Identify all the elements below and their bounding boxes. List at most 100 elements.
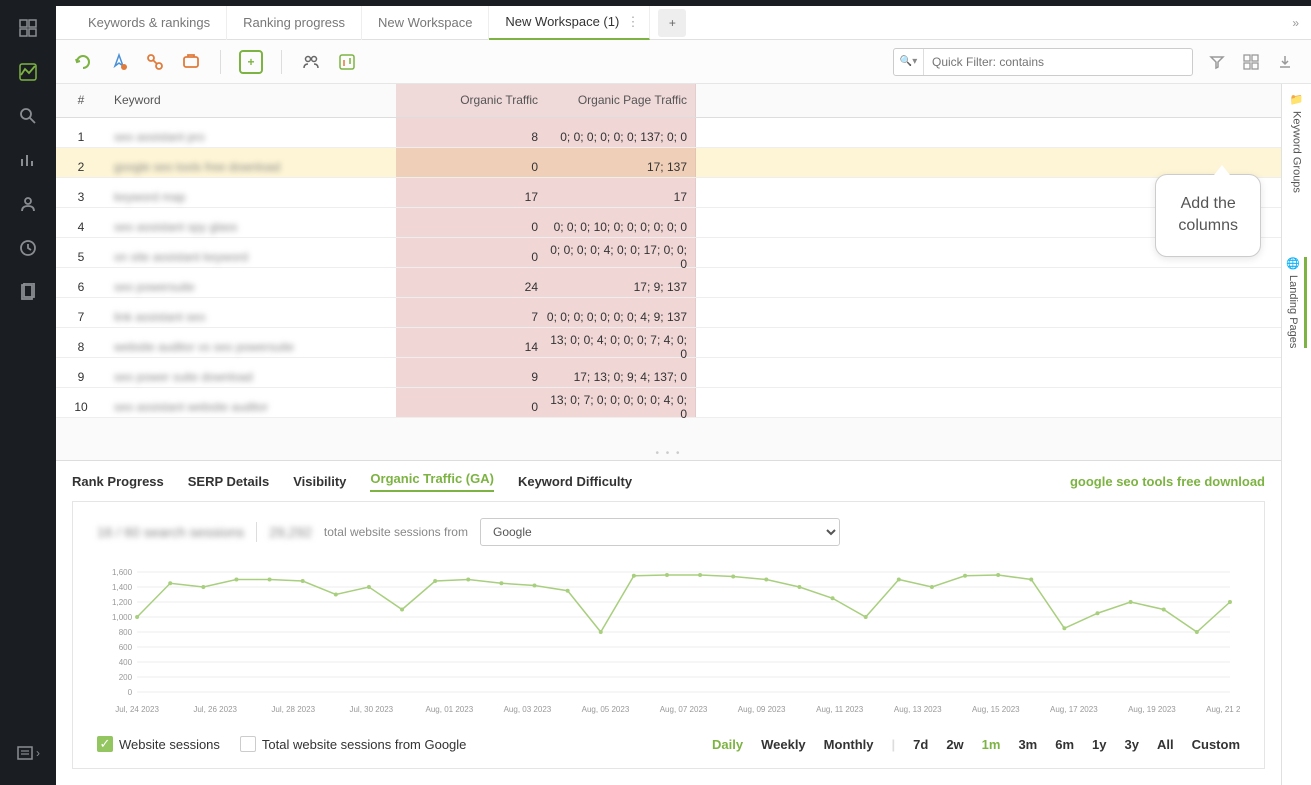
dtab-organic-traffic[interactable]: Organic Traffic (GA) <box>370 471 494 492</box>
sessions-stat-2: 29,292 <box>269 524 312 540</box>
svg-text:1,200: 1,200 <box>112 598 133 607</box>
svg-text:Aug, 19 2023: Aug, 19 2023 <box>1128 705 1176 714</box>
cart-icon[interactable] <box>180 51 202 73</box>
header-keyword[interactable]: Keyword <box>106 84 396 117</box>
range-7d[interactable]: 7d <box>913 737 928 752</box>
sidebar-search-icon[interactable] <box>8 96 48 136</box>
sidebar-dashboard-icon[interactable] <box>8 8 48 48</box>
tab-ranking-progress[interactable]: Ranking progress <box>227 6 362 40</box>
svg-text:Jul, 24 2023: Jul, 24 2023 <box>115 705 159 714</box>
legend-total-sessions[interactable]: Total website sessions from Google <box>240 736 466 752</box>
svg-text:Aug, 01 2023: Aug, 01 2023 <box>426 705 474 714</box>
dtab-serp-details[interactable]: SERP Details <box>188 474 269 489</box>
traffic-chart: 02004006008001,0001,2001,4001,600Jul, 24… <box>97 562 1240 722</box>
search-icon[interactable]: 🔍▾ <box>894 49 924 75</box>
dtab-rank-progress[interactable]: Rank Progress <box>72 474 164 489</box>
range-daily[interactable]: Daily <box>712 737 743 752</box>
dtab-keyword-difficulty[interactable]: Keyword Difficulty <box>518 474 632 489</box>
table-row[interactable]: 2google seo tools free download017; 137 <box>56 148 1281 178</box>
drag-handle-icon[interactable]: • • • <box>56 452 1281 460</box>
refresh-green-icon[interactable] <box>72 51 94 73</box>
svg-text:Jul, 26 2023: Jul, 26 2023 <box>193 705 237 714</box>
columns-icon[interactable] <box>1241 52 1261 72</box>
svg-text:Aug, 15 2023: Aug, 15 2023 <box>972 705 1020 714</box>
sidebar: › <box>0 0 56 785</box>
collapse-panel-icon[interactable]: » <box>1292 16 1299 30</box>
svg-text:Jul, 30 2023: Jul, 30 2023 <box>349 705 393 714</box>
table-row[interactable]: 3keyword map1717 <box>56 178 1281 208</box>
sidebar-clock-icon[interactable] <box>8 228 48 268</box>
svg-text:Jul, 28 2023: Jul, 28 2023 <box>271 705 315 714</box>
filter-icon[interactable] <box>1207 52 1227 72</box>
svg-text:Aug, 17 2023: Aug, 17 2023 <box>1050 705 1098 714</box>
quick-filter[interactable]: 🔍▾ <box>893 48 1193 76</box>
range-6m[interactable]: 6m <box>1055 737 1074 752</box>
table-row[interactable]: 9seo power suite download917; 13; 0; 9; … <box>56 358 1281 388</box>
toolbar: + 🔍▾ <box>56 40 1311 84</box>
header-organic-traffic[interactable]: Organic Traffic <box>396 84 546 117</box>
rtab-keyword-groups[interactable]: 📁Keyword Groups <box>1290 94 1303 193</box>
table-row[interactable]: 4seo assistant spy glass00; 0; 0; 10; 0;… <box>56 208 1281 238</box>
svg-text:Aug, 03 2023: Aug, 03 2023 <box>504 705 552 714</box>
table-row[interactable]: 10seo assistant website auditor013; 0; 7… <box>56 388 1281 418</box>
table-row[interactable]: 6seo powersuite2417; 9; 137 <box>56 268 1281 298</box>
range-all[interactable]: All <box>1157 737 1174 752</box>
table-row[interactable]: 1seo assistant pro80; 0; 0; 0; 0; 0; 137… <box>56 118 1281 148</box>
checkbox-icon[interactable] <box>240 736 256 752</box>
dtab-visibility[interactable]: Visibility <box>293 474 346 489</box>
sessions-label: total website sessions from <box>324 525 468 539</box>
workspace-tabs: Keywords & rankings Ranking progress New… <box>56 6 1311 40</box>
range-3m[interactable]: 3m <box>1018 737 1037 752</box>
svg-text:Aug, 13 2023: Aug, 13 2023 <box>894 705 942 714</box>
header-organic-page-traffic[interactable]: Organic Page Traffic <box>546 84 696 117</box>
svg-text:Aug, 21 2023: Aug, 21 2023 <box>1206 705 1240 714</box>
source-select[interactable]: Google <box>480 518 840 546</box>
globe-icon: 🌐 <box>1287 257 1300 270</box>
range-custom[interactable]: Custom <box>1192 737 1240 752</box>
table-row[interactable]: 5on site assistant keyword00; 0; 0; 0; 4… <box>56 238 1281 268</box>
range-3y[interactable]: 3y <box>1125 737 1139 752</box>
people-icon[interactable] <box>300 51 322 73</box>
tab-keywords-rankings[interactable]: Keywords & rankings <box>72 6 227 40</box>
svg-text:1,000: 1,000 <box>112 613 133 622</box>
add-tab-button[interactable]: + <box>658 9 686 37</box>
table-row[interactable]: 7link assistant seo70; 0; 0; 0; 0; 0; 0;… <box>56 298 1281 328</box>
table-row[interactable]: 8website auditor vs seo powersuite1413; … <box>56 328 1281 358</box>
sidebar-analytics-icon[interactable] <box>8 52 48 92</box>
add-button[interactable]: + <box>239 50 263 74</box>
svg-text:400: 400 <box>119 658 133 667</box>
range-1y[interactable]: 1y <box>1092 737 1106 752</box>
svg-text:1,600: 1,600 <box>112 568 133 577</box>
download-icon[interactable] <box>1275 52 1295 72</box>
svg-text:800: 800 <box>119 628 133 637</box>
range-2w[interactable]: 2w <box>946 737 963 752</box>
sort-icon[interactable] <box>336 51 358 73</box>
sidebar-user-icon[interactable] <box>8 184 48 224</box>
link-orange-icon[interactable] <box>144 51 166 73</box>
legend-website-sessions[interactable]: ✓Website sessions <box>97 736 220 752</box>
checkbox-checked-icon[interactable]: ✓ <box>97 736 113 752</box>
svg-text:Aug, 11 2023: Aug, 11 2023 <box>816 705 864 714</box>
range-monthly[interactable]: Monthly <box>824 737 874 752</box>
tab-more-icon[interactable]: ⋮ <box>619 14 633 30</box>
tab-new-workspace[interactable]: New Workspace <box>362 6 489 40</box>
sessions-stat-1: 16 / 60 search sessions <box>97 524 244 540</box>
compass-icon[interactable] <box>108 51 130 73</box>
keywords-table: # Keyword Organic Traffic Organic Page T… <box>56 84 1281 785</box>
sidebar-chart-icon[interactable] <box>8 140 48 180</box>
rtab-landing-pages[interactable]: 🌐Landing Pages <box>1287 257 1307 348</box>
range-weekly[interactable]: Weekly <box>761 737 806 752</box>
sidebar-doc-icon[interactable] <box>8 272 48 312</box>
quick-filter-input[interactable] <box>924 55 1192 69</box>
header-num[interactable]: # <box>56 84 106 117</box>
detail-keyword-link[interactable]: google seo tools free download <box>1070 474 1265 489</box>
right-sidebar: 📁Keyword Groups 🌐Landing Pages <box>1281 84 1311 785</box>
sidebar-log-icon[interactable]: › <box>8 733 48 773</box>
tab-new-workspace-1[interactable]: New Workspace (1) ⋮ <box>489 6 650 40</box>
callout-add-columns: Add the columns <box>1155 174 1261 257</box>
svg-text:Aug, 09 2023: Aug, 09 2023 <box>738 705 786 714</box>
svg-text:600: 600 <box>119 643 133 652</box>
range-1m[interactable]: 1m <box>982 737 1001 752</box>
time-range-group: Daily Weekly Monthly | 7d 2w 1m 3m 6m 1y <box>712 737 1240 752</box>
svg-text:Aug, 05 2023: Aug, 05 2023 <box>582 705 630 714</box>
